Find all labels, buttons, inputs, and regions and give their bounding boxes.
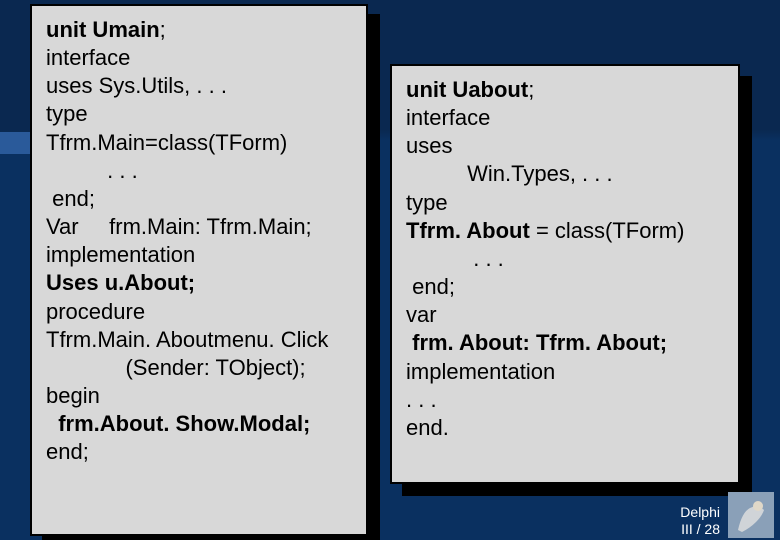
code-line: Var frm.Main: Tfrm.Main;: [46, 213, 352, 241]
code-line: . . .: [46, 157, 352, 185]
code-text: unit Uabout: [406, 77, 528, 102]
code-box-uabout: unit Uabout; interface uses Win.Types, .…: [390, 64, 740, 484]
code-line: frm. About: Tfrm. About;: [406, 329, 724, 357]
code-line: interface: [406, 104, 724, 132]
decoration-icon: [728, 492, 774, 538]
code-text: . . .: [46, 158, 138, 183]
code-box-umain: unit Umain; interface uses Sys.Utils, . …: [30, 4, 368, 536]
code-text: frm. About: Tfrm. About;: [406, 330, 667, 355]
code-line: begin: [46, 382, 352, 410]
code-line: unit Umain;: [46, 16, 352, 44]
code-line: frm.About. Show.Modal;: [46, 410, 352, 438]
code-line: implementation: [406, 358, 724, 386]
code-line: unit Uabout;: [406, 76, 724, 104]
code-line: Tfrm.Main. Aboutmenu. Click: [46, 326, 352, 354]
code-line: (Sender: TObject);: [46, 354, 352, 382]
code-line: type: [406, 189, 724, 217]
code-text: unit Umain: [46, 17, 160, 42]
code-line: Tfrm. About = class(TForm): [406, 217, 724, 245]
code-line: implementation: [46, 241, 352, 269]
code-line: var: [406, 301, 724, 329]
code-line: Tfrm.Main=class(TForm): [46, 129, 352, 157]
code-text: frm.Main: Tfrm.Main;: [79, 214, 312, 239]
code-line: . . .: [406, 245, 724, 273]
code-line: type: [46, 100, 352, 128]
code-text: Tfrm. About: [406, 218, 530, 243]
code-text: ;: [160, 17, 166, 42]
code-line: Win.Types, . . .: [406, 160, 724, 188]
footer-title: Delphi: [680, 504, 720, 521]
code-line: uses: [406, 132, 724, 160]
code-text: ;: [528, 77, 534, 102]
slide-footer: Delphi III / 28: [680, 504, 720, 538]
code-line: Uses u.About;: [46, 269, 352, 297]
code-text: end;: [406, 274, 455, 299]
code-text: Var: [46, 214, 79, 239]
code-text: (Sender: TObject);: [46, 355, 306, 380]
code-text: frm.About. Show.Modal;: [46, 411, 310, 436]
code-line: uses Sys.Utils, . . .: [46, 72, 352, 100]
accent-bar-left: [0, 132, 32, 154]
code-line: end.: [406, 414, 724, 442]
code-text: . . .: [406, 246, 504, 271]
code-text: end;: [46, 186, 95, 211]
code-line: procedure: [46, 298, 352, 326]
code-line: . . .: [406, 386, 724, 414]
code-line: end;: [46, 185, 352, 213]
code-line: end;: [46, 438, 352, 466]
code-text: = class(TForm): [530, 218, 685, 243]
code-line: end;: [406, 273, 724, 301]
code-text: Win.Types, . . .: [406, 161, 613, 186]
code-line: interface: [46, 44, 352, 72]
footer-page: III / 28: [680, 521, 720, 538]
